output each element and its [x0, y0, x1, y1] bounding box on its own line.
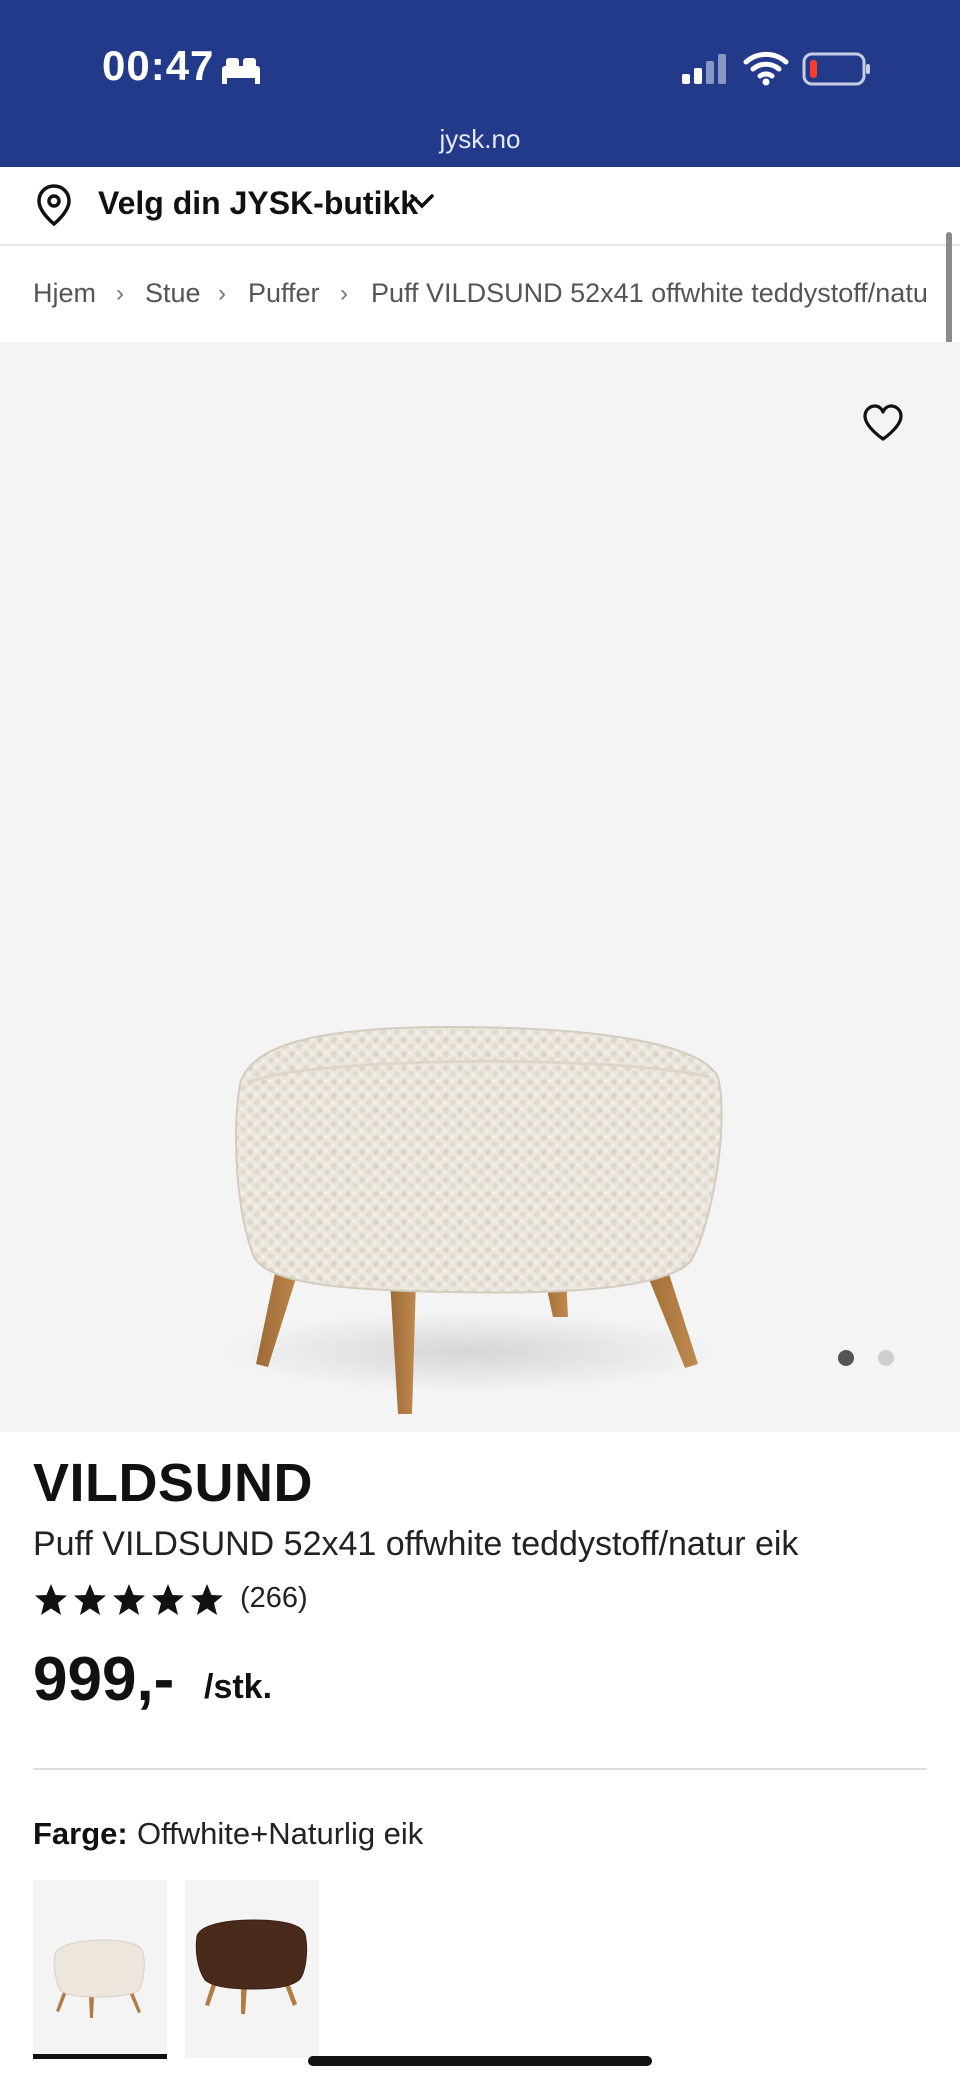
store-selector[interactable]: Velg din JYSK-butikk [0, 167, 960, 246]
selected-swatch-indicator [33, 2054, 167, 2059]
rating-stars[interactable] [33, 1582, 233, 1618]
swatch-offwhite-image [53, 1939, 145, 2018]
breadcrumb-chevron-icon: › [116, 280, 124, 307]
bed-icon [222, 58, 260, 84]
star-icon [35, 1584, 67, 1615]
price-unit: /stk. [204, 1668, 273, 1706]
breadcrumb-chevron-icon: › [218, 280, 226, 307]
wifi-icon [743, 51, 789, 86]
product-image [220, 1025, 723, 1414]
star-icon [113, 1584, 145, 1615]
gallery-dot-2[interactable] [878, 1350, 894, 1366]
product-brand: VILDSUND [33, 1453, 314, 1513]
breadcrumb-chevron-icon: › [340, 280, 348, 307]
status-bar: 00:47 jysk.no [0, 0, 960, 167]
star-icon [74, 1584, 106, 1615]
product-price: 999,- [33, 1645, 175, 1714]
review-count[interactable]: (266) [240, 1582, 308, 1615]
breadcrumb-current: Puff VILDSUND 52x41 offwhite teddystoff/… [371, 278, 928, 308]
product-title: Puff VILDSUND 52x41 offwhite teddystoff/… [33, 1525, 799, 1563]
signal-icon [682, 54, 726, 84]
battery-low-icon [802, 52, 870, 86]
breadcrumb-puffer[interactable]: Puffer [248, 278, 320, 309]
heart-outline-icon[interactable] [862, 404, 904, 442]
url-bar[interactable]: jysk.no [0, 124, 960, 155]
swatch-brown-image [195, 1919, 308, 2014]
store-selector-label: Velg din JYSK-butikk [98, 185, 419, 221]
breadcrumb: Hjem › Stue › Puffer › Puff VILDSUND 52x… [0, 246, 960, 342]
divider [33, 1768, 927, 1770]
product-gallery[interactable] [0, 342, 960, 1432]
color-swatch-offwhite[interactable] [33, 1880, 167, 2058]
chevron-down-icon [410, 194, 434, 209]
map-pin-icon [37, 184, 71, 227]
gallery-dot-1[interactable] [838, 1350, 854, 1366]
color-label: Farge: [33, 1816, 128, 1851]
color-value: Offwhite+Naturlig eik [137, 1816, 424, 1851]
breadcrumb-stue[interactable]: Stue [145, 278, 201, 309]
breadcrumb-home[interactable]: Hjem [33, 278, 96, 309]
color-swatch-brown[interactable] [185, 1880, 319, 2058]
star-icon [152, 1584, 184, 1615]
home-indicator[interactable] [308, 2056, 652, 2066]
star-icon [191, 1584, 223, 1615]
status-time: 00:47 [102, 42, 215, 89]
